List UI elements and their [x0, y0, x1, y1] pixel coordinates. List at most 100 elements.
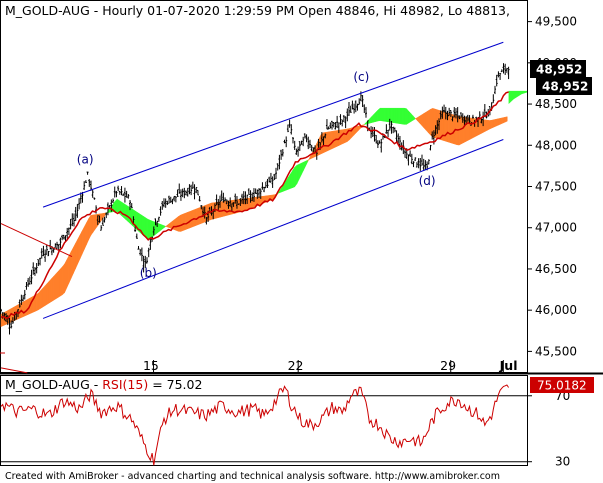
cloud-segment: [485, 119, 488, 132]
cloud-segment: [81, 226, 85, 255]
cloud-segment: [377, 107, 381, 122]
cloud-segment: [401, 107, 405, 125]
cloud-segment: [355, 125, 359, 134]
cloud-segment: [294, 164, 298, 188]
cloud-segment: [160, 224, 164, 231]
cloud-segment: [386, 107, 390, 123]
cloud-segment: [169, 221, 173, 230]
y-tick-label: 48,500: [535, 97, 577, 111]
cloud-segment: [368, 116, 372, 124]
cloud-segment: [195, 207, 199, 226]
y-tick-label: 48,000: [535, 138, 577, 152]
cloud-segment: [397, 107, 401, 124]
cloud-segment: [73, 243, 76, 274]
cloud-segment: [77, 235, 81, 264]
cloud-segment: [38, 290, 41, 311]
cloud-segment: [86, 218, 89, 245]
rsi-title-indicator: RSI(15): [102, 377, 148, 392]
cloud-segment: [173, 217, 177, 231]
cloud-segment: [357, 125, 361, 132]
cloud-segment: [53, 273, 57, 301]
cloud-segment: [425, 110, 429, 134]
cloud-segment: [404, 107, 407, 125]
annotation-layer: (a) (b) (c) (d): [77, 70, 436, 280]
price-chart-title: M_GOLD-AUG - Hourly 01-07-2020 1:29:59 P…: [5, 3, 510, 18]
cloud-segment: [307, 156, 311, 162]
cloud-segment: [399, 107, 403, 125]
cloud-segment: [46, 280, 50, 305]
cloud-segment: [184, 212, 188, 231]
y-tick-label: 46,500: [535, 262, 577, 276]
cloud-segment: [384, 107, 387, 122]
cloud-segment: [303, 160, 306, 171]
cloud-segment: [493, 118, 497, 128]
cloud-segment: [40, 287, 43, 309]
cloud-segment: [327, 131, 330, 152]
cloud-segment: [414, 117, 418, 122]
cloud-segment: [75, 239, 78, 269]
cloud-segment: [406, 108, 409, 125]
cloud-segment: [423, 111, 427, 131]
cloud-segment: [222, 200, 225, 217]
rsi-title-value: = 75.02: [148, 377, 202, 392]
cloud-segment: [44, 282, 48, 307]
cloud-segment: [165, 224, 168, 228]
cloud-segment: [84, 222, 87, 250]
cloud-segment: [375, 109, 379, 122]
cloud-segment: [187, 211, 190, 230]
cloud-segment: [51, 275, 54, 303]
cloud-segment: [421, 112, 425, 129]
wave-label-1: (b): [140, 266, 157, 280]
cloud-segment: [371, 113, 374, 124]
cloud-segment: [498, 117, 501, 126]
cloud-segment: [329, 131, 333, 151]
rsi-title-sep: -: [90, 377, 102, 392]
cloud-segment: [178, 214, 181, 232]
cloud-segment: [458, 116, 462, 146]
cloud-segment: [42, 285, 46, 308]
cloud-segment: [305, 159, 309, 167]
cloud-segment: [364, 120, 368, 125]
cloud-segment: [417, 115, 420, 124]
cloud-segment: [491, 119, 495, 129]
wave-label-3: (d): [419, 174, 436, 188]
x-axis: 15 22 29 Jul: [0, 352, 518, 373]
cloud-segment: [66, 255, 70, 289]
price-series-layer: [0, 41, 527, 374]
cloud-segment: [379, 107, 383, 122]
chart-window: (a) (b) (c) (d) 45,500 46,000 46,500 47,000 47,…: [0, 0, 603, 483]
cloud-segment: [500, 117, 504, 125]
cloud-segment: [489, 119, 493, 130]
cloud-segment: [344, 128, 348, 143]
price-y-axis: 45,500 46,000 46,500 47,000 47,500 48,000 48,5…: [527, 0, 577, 372]
cloud-segment: [59, 266, 63, 297]
cloud-segment: [447, 112, 451, 144]
cloud-segment: [342, 128, 346, 145]
wave-label-0: (a): [77, 152, 94, 166]
cloud-segment: [158, 223, 162, 233]
x-tick-label: 29: [440, 358, 456, 373]
x-tick-label: Jul: [499, 358, 518, 373]
cloud-segment: [419, 114, 423, 127]
cloud-segment: [149, 219, 153, 240]
last-price-label-2: 48,952: [542, 80, 588, 94]
footer-credit: Created with AmiBroker - advanced charti…: [5, 471, 500, 482]
trendline-red-line: [0, 223, 73, 258]
cloud-segment: [57, 268, 61, 298]
cloud-segment: [48, 278, 52, 304]
cloud-segment: [94, 213, 98, 230]
last-price-label-1: 48,952: [536, 63, 582, 77]
cloud-segment: [471, 117, 475, 139]
cloud-segment: [125, 204, 129, 223]
cloud-segment: [162, 224, 166, 229]
wave-label-2: (c): [353, 70, 369, 84]
cloud-segment: [395, 107, 398, 124]
cloud-segment: [88, 214, 92, 240]
cloud-segment: [504, 116, 508, 123]
cloud-segment: [55, 270, 59, 300]
cloud-segment: [79, 230, 83, 260]
cloud-segment: [123, 202, 127, 221]
trendline-lower: [42, 139, 504, 319]
cloud-segment: [290, 169, 293, 189]
cloud-segment: [410, 112, 414, 123]
